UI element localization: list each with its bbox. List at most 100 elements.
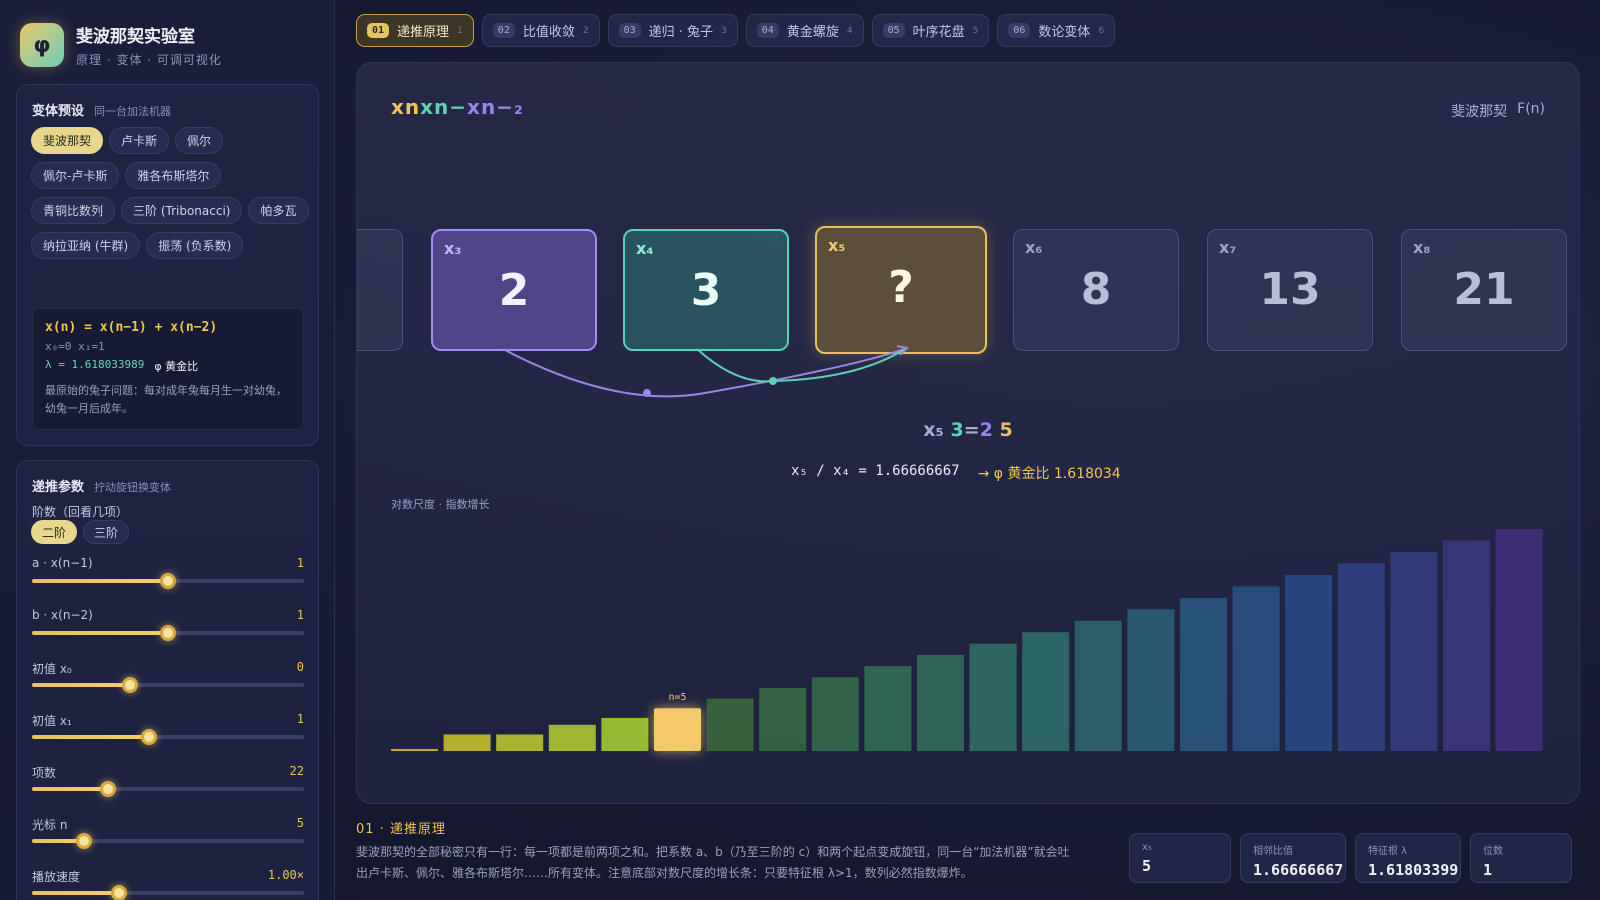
brand: φ 斐波那契实验室 原理 · 变体 · 可调可视化 bbox=[20, 22, 222, 68]
slider-label: 光标 n bbox=[32, 818, 68, 832]
growth-bar bbox=[391, 749, 438, 751]
app-subtitle: 原理 · 变体 · 可调可视化 bbox=[76, 53, 222, 67]
preset-chip[interactable]: 纳拉亚纳 (牛群) bbox=[31, 232, 141, 259]
slider-knob[interactable] bbox=[160, 573, 176, 589]
param-slider[interactable]: 项数 22 bbox=[32, 764, 304, 808]
slider-track[interactable] bbox=[32, 729, 304, 745]
growth-bar bbox=[443, 734, 491, 751]
slider-value: 1.00× bbox=[267, 868, 304, 882]
preset-chip[interactable]: 帕多瓦 bbox=[248, 197, 309, 224]
preset-chip[interactable]: 三阶 (Tribonacci) bbox=[121, 197, 243, 224]
slider-fill bbox=[32, 735, 149, 739]
tab-label: 递归 · 兔子 bbox=[648, 25, 714, 40]
tab-05[interactable]: 05 叶序花盘 5 bbox=[871, 14, 990, 47]
tab-02[interactable]: 02 比值收敛 2 bbox=[481, 14, 600, 47]
params-panel: 递推参数 拧动旋钮换变体 阶数（回看几项） 二阶 三阶 a · x(n−1) 1 b … bbox=[16, 460, 319, 900]
growth-bar bbox=[1285, 574, 1333, 751]
param-slider[interactable]: b · x(n−2) 1 bbox=[32, 608, 304, 652]
slider-value: 22 bbox=[289, 764, 304, 778]
slider-value: 1 bbox=[296, 556, 304, 570]
slider-track[interactable] bbox=[32, 573, 304, 589]
preset-chip-list: 斐波那契 卢卡斯 佩尔佩尔-卢卡斯 雅各布斯塔尔 青铜比数列 三阶 (Tribonacci… bbox=[31, 127, 311, 259]
stat-label: 位数 bbox=[1483, 846, 1503, 857]
slider-knob[interactable] bbox=[140, 729, 157, 745]
tab-label: 数论变体 bbox=[1038, 25, 1091, 40]
preset-chip[interactable]: 佩尔-卢卡斯 bbox=[31, 162, 120, 189]
slider-value: 0 bbox=[296, 660, 304, 674]
order-option-button[interactable]: 二阶 bbox=[31, 520, 78, 544]
stat-card: 特征根 λ 1.61803399 bbox=[1355, 833, 1461, 883]
preset-chip[interactable]: 振荡 (负系数) bbox=[146, 232, 244, 259]
order-option-button[interactable]: 三阶 bbox=[83, 520, 130, 544]
formula-text: x(n) = x(n−1) + x(n−2) bbox=[45, 320, 218, 335]
stat-card: x₅ 5 bbox=[1129, 833, 1231, 883]
slider-track[interactable] bbox=[32, 625, 304, 641]
slider-track[interactable] bbox=[32, 781, 304, 797]
slider-label: 初值 x₀ bbox=[32, 662, 72, 676]
growth-bar bbox=[1337, 563, 1385, 751]
growth-bar bbox=[917, 654, 964, 751]
slider-track[interactable] bbox=[32, 677, 304, 693]
slider-fill bbox=[32, 787, 109, 791]
slider-knob[interactable] bbox=[160, 625, 176, 641]
stat-value: 1.66666667 bbox=[1253, 861, 1344, 879]
tab-04[interactable]: 04 黄金螺旋 4 bbox=[745, 14, 864, 47]
presets-subtitle: 同一台加法机器 bbox=[94, 105, 172, 118]
tab-01[interactable]: 01 递推原理 1 bbox=[356, 14, 474, 47]
growth-bar bbox=[811, 677, 859, 751]
tab-number: 06 bbox=[1008, 23, 1031, 38]
tab-number: 02 bbox=[492, 23, 515, 38]
slider-knob[interactable] bbox=[121, 677, 138, 693]
formula-box: x(n) = x(n−1) + x(n−2) x₀=0 x₁=1 λ = 1.6… bbox=[32, 308, 304, 430]
tab-shortcut: 3 bbox=[721, 25, 727, 36]
order-label: 阶数（回看几项） bbox=[32, 505, 129, 519]
golden-ratio-label: φ 黄金比 bbox=[154, 360, 199, 373]
slider-track[interactable] bbox=[32, 885, 304, 900]
growth-bar bbox=[759, 688, 807, 751]
tab-shortcut: 1 bbox=[457, 25, 463, 36]
slider-value: 5 bbox=[296, 816, 304, 830]
growth-bar bbox=[969, 643, 1017, 751]
growth-bar-chart: n=5 bbox=[391, 529, 1543, 751]
slider-label: b · x(n−2) bbox=[32, 608, 93, 622]
slider-knob[interactable] bbox=[111, 885, 128, 900]
params-title: 递推参数 bbox=[32, 480, 85, 495]
growth-bar bbox=[1495, 529, 1543, 751]
growth-bar bbox=[1443, 540, 1490, 751]
stat-card: 相邻比值 1.66666667 bbox=[1240, 833, 1346, 883]
param-slider[interactable]: a · x(n−1) 1 bbox=[32, 556, 304, 600]
param-slider[interactable]: 光标 n 5 bbox=[32, 816, 304, 860]
lambda-value: λ = 1.618033989 bbox=[45, 358, 145, 371]
param-slider[interactable]: 初值 x₁ 1 bbox=[32, 712, 304, 756]
preset-chip[interactable]: 佩尔 bbox=[175, 127, 224, 154]
section-description: 斐波那契的全部秘密只有一行：每一项都是前两项之和。把系数 a、b（乃至三阶的 c… bbox=[356, 845, 1070, 880]
slider-knob[interactable] bbox=[75, 833, 92, 849]
param-slider[interactable]: 初值 x₀ 0 bbox=[32, 660, 304, 704]
param-slider[interactable]: 播放速度 1.00× bbox=[32, 868, 304, 900]
tab-number: 04 bbox=[756, 23, 779, 38]
growth-bar bbox=[864, 666, 912, 751]
tab-shortcut: 5 bbox=[972, 25, 979, 36]
cursor-bar-label: n=5 bbox=[668, 692, 686, 703]
preset-chip[interactable]: 斐波那契 bbox=[31, 127, 104, 154]
tab-shortcut: 2 bbox=[582, 25, 589, 36]
preset-chip[interactable]: 青铜比数列 bbox=[31, 197, 116, 224]
sidebar: φ 斐波那契实验室 原理 · 变体 · 可调可视化 变体预设 同一台加法机器 斐… bbox=[0, 0, 335, 900]
growth-bar bbox=[1180, 597, 1227, 751]
growth-bar bbox=[1232, 586, 1280, 751]
slider-value: 1 bbox=[296, 608, 304, 622]
slider-track[interactable] bbox=[32, 833, 304, 849]
slider-knob[interactable] bbox=[100, 781, 117, 797]
slider-label: 初值 x₁ bbox=[32, 714, 72, 728]
tab-06[interactable]: 06 数论变体 6 bbox=[997, 14, 1116, 47]
tab-number: 03 bbox=[618, 23, 641, 38]
stat-label: 相邻比值 bbox=[1253, 846, 1293, 857]
preset-chip[interactable]: 雅各布斯塔尔 bbox=[125, 162, 222, 189]
tab-number: 01 bbox=[367, 23, 390, 38]
tab-03[interactable]: 03 递归 · 兔子 3 bbox=[607, 14, 738, 47]
slider-fill bbox=[32, 631, 168, 635]
tab-number: 05 bbox=[882, 23, 905, 38]
tab-shortcut: 6 bbox=[1098, 25, 1105, 36]
preset-chip[interactable]: 卢卡斯 bbox=[109, 127, 170, 154]
slider-fill bbox=[32, 579, 168, 583]
